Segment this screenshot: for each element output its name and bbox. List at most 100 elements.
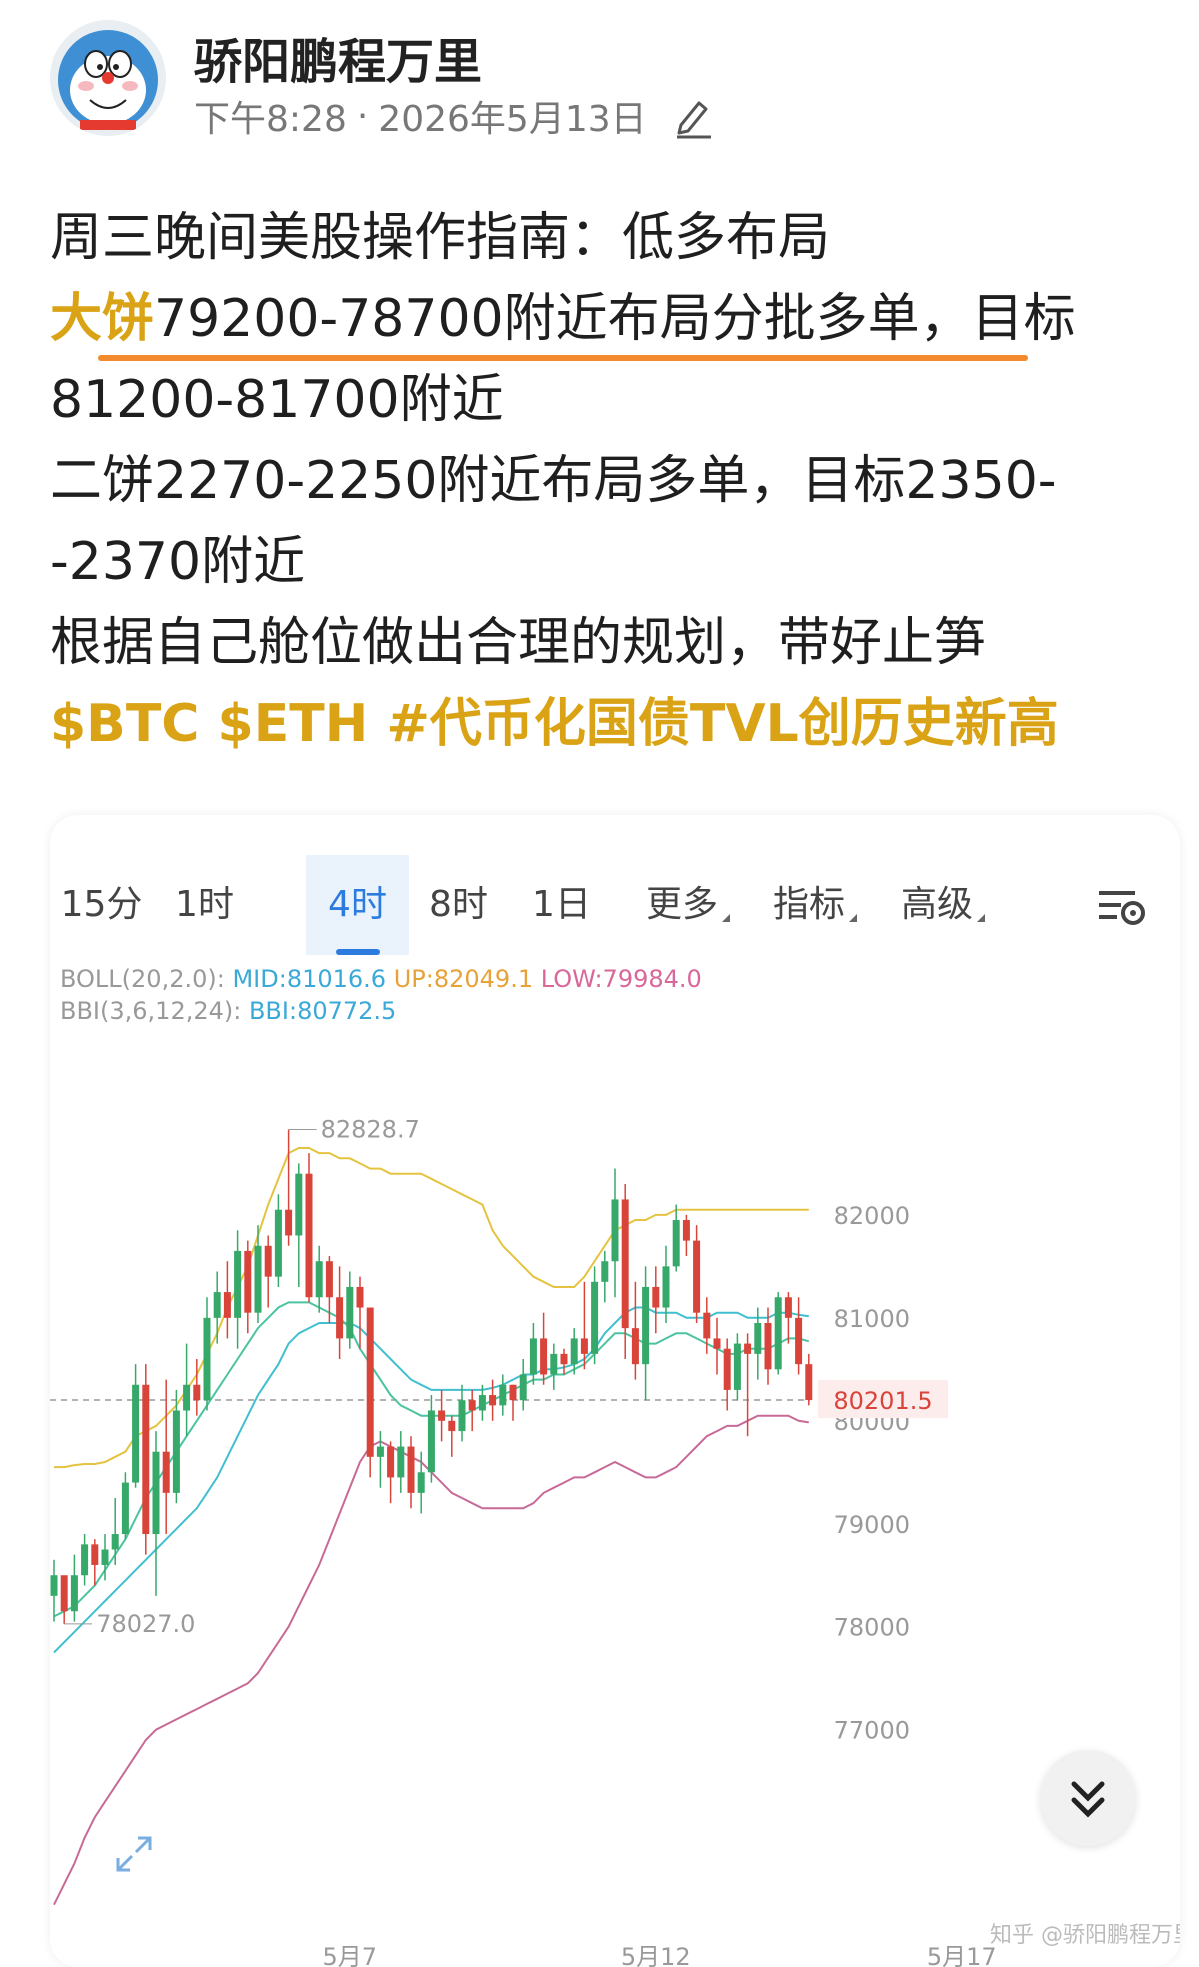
candle-body <box>346 1286 354 1339</box>
kline-chart[interactable]: 8200081000800007900078000770005月7 5月12 5月1… <box>50 815 1180 1967</box>
y-tick-label: 82000 <box>834 1202 910 1230</box>
candle-body <box>529 1338 537 1375</box>
chart-card: 15分 1时 4时 8时 1日 更多 指标 高级 BOLL(20,2.0): M… <box>50 815 1180 1967</box>
x-tick-label: 5月17 <box>927 1943 997 1967</box>
candle-body <box>723 1348 731 1390</box>
x-tick-label: 5月7 <box>323 1943 378 1967</box>
candle-body <box>295 1173 303 1236</box>
candle-body <box>264 1245 272 1277</box>
post-tags[interactable]: $BTC $ETH #代币化国债TVL创历史新高 <box>50 684 1160 765</box>
candle-body <box>784 1297 792 1318</box>
candle-body <box>795 1317 803 1365</box>
post-date: 2026年5月13日 <box>378 99 647 140</box>
candle-body <box>489 1395 497 1406</box>
candle-body <box>733 1343 741 1390</box>
y-tick-label: 77000 <box>834 1717 910 1745</box>
candle-body <box>438 1410 446 1421</box>
post-time: 下午8:28 <box>194 99 347 140</box>
candle-body <box>336 1297 344 1339</box>
candle-body <box>448 1420 456 1432</box>
expand-icon[interactable] <box>110 1830 158 1878</box>
candle-body <box>519 1374 527 1401</box>
candle-body <box>713 1338 721 1349</box>
candle-body <box>183 1384 191 1411</box>
candle-body <box>591 1281 599 1354</box>
candle-body <box>285 1209 293 1236</box>
candle-body <box>682 1220 690 1241</box>
post-line-4: 二饼2270-2250附近布局多单，目标2350- <box>50 451 1057 511</box>
edit-icon[interactable] <box>671 93 717 139</box>
scroll-down-button[interactable] <box>1040 1750 1136 1846</box>
candle-body <box>81 1544 89 1576</box>
highlight-underline <box>98 355 1028 361</box>
candle-body <box>478 1395 486 1411</box>
candle-body <box>407 1446 415 1493</box>
candle-body <box>744 1343 752 1354</box>
post-body: 周三晚间美股操作指南：低多布局 大饼79200-78700附近布局分批多单，目标… <box>50 198 1160 765</box>
post-line-5: -2370附近 <box>50 532 306 592</box>
double-chevron-down-icon <box>1071 1781 1105 1818</box>
candle-body <box>601 1261 609 1282</box>
candle-body <box>560 1353 568 1365</box>
candle-body <box>376 1446 384 1457</box>
candle-body <box>70 1575 78 1612</box>
candle-body <box>499 1384 507 1406</box>
candle-body <box>203 1317 211 1401</box>
candle-body <box>652 1286 660 1308</box>
candle-body <box>550 1353 558 1375</box>
candle-body <box>397 1446 405 1478</box>
current-price-label: 80201.5 <box>833 1387 932 1415</box>
candle-body <box>50 1575 58 1596</box>
meta-separator: · <box>356 95 369 137</box>
candle-body <box>703 1312 711 1339</box>
y-tick-label: 79000 <box>834 1511 910 1539</box>
candle-body <box>754 1322 762 1354</box>
candle-body <box>631 1328 639 1365</box>
y-tick-label: 81000 <box>834 1305 910 1333</box>
candle-body <box>91 1544 99 1565</box>
candle-body <box>121 1482 129 1535</box>
candle-body <box>305 1173 313 1298</box>
avatar[interactable] <box>50 20 166 136</box>
candle-body <box>611 1199 619 1262</box>
candle-body <box>427 1410 435 1473</box>
candle-body <box>387 1446 395 1478</box>
post-meta: 下午8:28 · 2026年5月13日 <box>194 90 717 142</box>
post-line-6: 根据自己舱位做出合理的规划，带好止笋 <box>50 613 987 673</box>
candle-body <box>223 1292 231 1318</box>
candle-body <box>621 1199 629 1329</box>
author-name[interactable]: 骄阳鹏程万里 <box>194 22 482 92</box>
candle-body <box>468 1400 476 1411</box>
candle-body <box>774 1297 782 1370</box>
candle-body <box>672 1220 680 1267</box>
high-price-label: 82828.7 <box>321 1116 420 1144</box>
candle-body <box>540 1338 548 1375</box>
candle-body <box>60 1575 68 1612</box>
candle-body <box>142 1384 150 1535</box>
candle-body <box>764 1322 772 1370</box>
x-tick-label: 5月12 <box>621 1943 691 1967</box>
watermark: 知乎 @骄阳鹏程万里 <box>990 1923 1180 1948</box>
post-line-2: 大饼79200-78700附近布局分批多单，目标 <box>50 279 1160 360</box>
y-tick-label: 78000 <box>834 1614 910 1642</box>
candle-body <box>172 1410 180 1493</box>
btc-highlight[interactable]: 大饼 <box>50 289 154 349</box>
post-line-2-text: 79200-78700附近布局分批多单，目标 <box>154 289 1076 349</box>
candle-body <box>244 1250 252 1313</box>
candle-body <box>193 1384 201 1401</box>
candle-body <box>662 1266 670 1308</box>
candle-body <box>315 1261 323 1298</box>
candle-body <box>580 1338 588 1354</box>
candle-body <box>213 1292 221 1318</box>
candle-body <box>356 1286 364 1308</box>
candle-body <box>132 1384 140 1483</box>
candle-body <box>254 1245 262 1313</box>
candle-body <box>366 1307 374 1457</box>
candle-body <box>111 1534 119 1550</box>
candle-body <box>509 1384 517 1401</box>
candle-body <box>234 1250 242 1318</box>
low-price-label: 78027.0 <box>96 1610 195 1638</box>
post-line-1: 周三晚间美股操作指南：低多布局 <box>50 208 831 268</box>
candle-body <box>417 1472 425 1493</box>
candle-body <box>642 1286 650 1365</box>
